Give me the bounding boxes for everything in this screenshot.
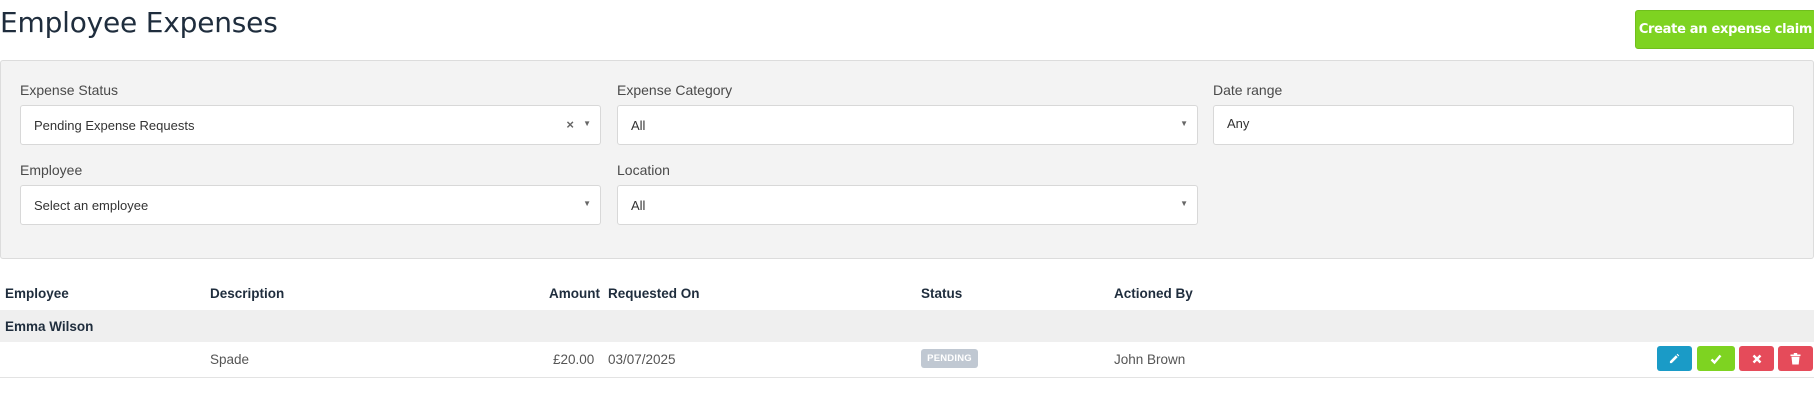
pencil-icon [1669,353,1680,364]
create-expense-claim-button[interactable]: Create an expense claim [1635,10,1814,49]
cell-actioned-by: John Brown [1114,352,1186,367]
column-header-actioned-by: Actioned By [1114,286,1193,301]
expense-category-select[interactable]: All ▼ [617,105,1198,145]
chevron-down-icon: ▼ [583,199,591,208]
column-header-employee: Employee [5,286,69,301]
chevron-down-icon: ▼ [1180,119,1188,128]
location-select[interactable]: All ▼ [617,185,1198,225]
page-title: Employee Expenses [0,6,278,39]
group-employee-name: Emma Wilson [5,319,94,334]
delete-button[interactable] [1778,346,1813,371]
approve-button[interactable] [1697,346,1735,371]
cell-description: Spade [210,352,250,367]
reject-button[interactable] [1739,346,1774,371]
table-row: Spade £20.00 03/07/2025 John Brown [0,342,1814,378]
expense-status-value: Pending Expense Requests [34,118,195,133]
location-label: Location [617,162,670,178]
cell-amount: £20.00 [553,352,595,367]
date-range-input[interactable]: Any [1213,105,1794,145]
filter-panel: Expense Status Pending Expense Requests … [0,60,1814,259]
column-header-requested-on: Requested On [608,286,700,301]
employee-select[interactable]: Select an employee ▼ [20,185,601,225]
chevron-down-icon: ▼ [1180,199,1188,208]
clear-icon[interactable]: × [566,117,574,132]
column-header-description: Description [210,286,285,301]
close-icon [1752,354,1761,363]
location-value: All [631,198,646,213]
employee-label: Employee [20,162,83,178]
date-range-value: Any [1227,116,1250,131]
cell-requested-on: 03/07/2025 [608,352,676,367]
column-header-status: Status [921,286,963,301]
employee-value: Select an employee [34,198,149,213]
expense-category-value: All [631,118,646,133]
expense-category-label: Expense Category [617,82,733,98]
expense-status-select[interactable]: Pending Expense Requests × ▼ [20,105,601,145]
trash-icon [1790,352,1801,364]
status-badge: PENDING [921,349,978,368]
date-range-label: Date range [1213,82,1283,98]
check-icon [1710,354,1722,364]
expense-status-label: Expense Status [20,82,119,98]
employee-group-row: Emma Wilson [0,310,1814,342]
column-header-amount: Amount [549,286,600,301]
edit-button[interactable] [1657,346,1692,371]
chevron-down-icon: ▼ [583,119,591,128]
